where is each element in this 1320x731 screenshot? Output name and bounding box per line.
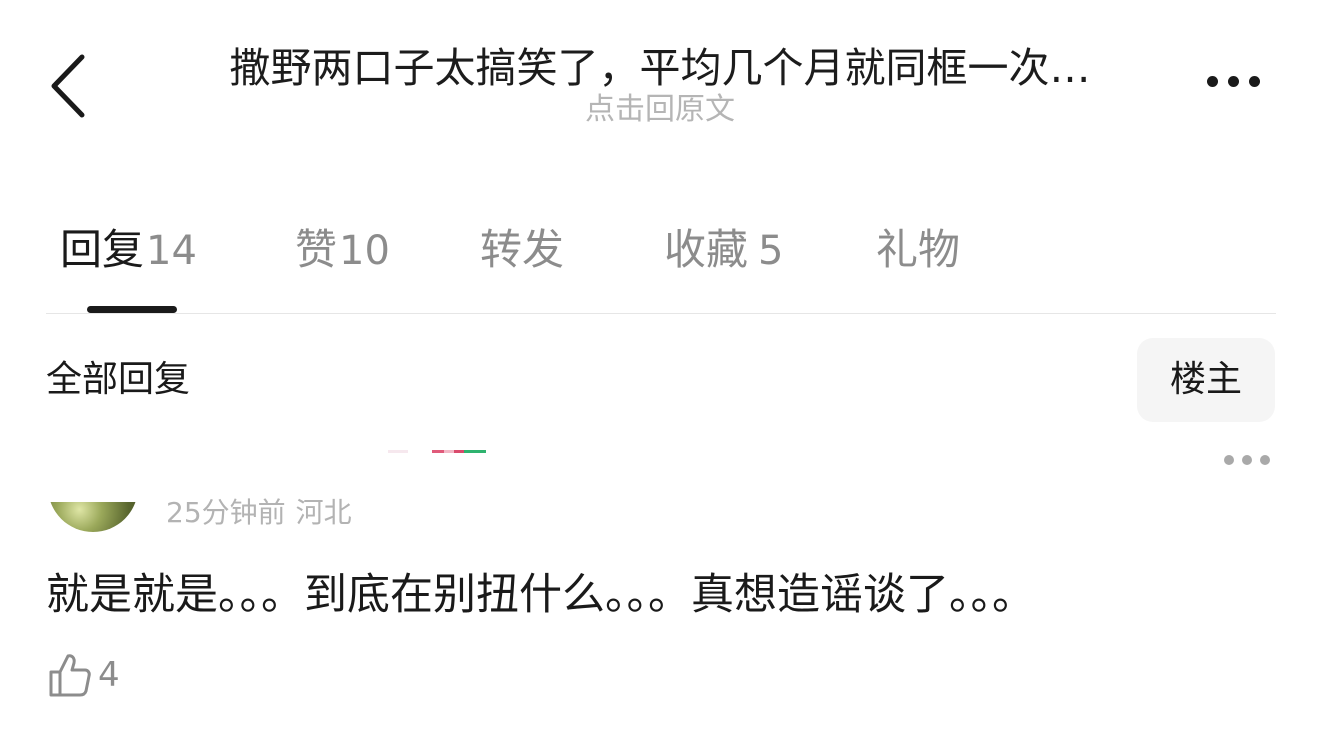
active-tab-indicator	[87, 306, 177, 313]
back-to-original-link[interactable]: 点击回原文	[585, 90, 735, 130]
tab-label: 收藏	[664, 225, 749, 274]
more-dots-icon	[1207, 76, 1218, 87]
like-count: 4	[98, 655, 120, 695]
header-title-block: 撒野两口子太搞笑了，平均几个月就同框一次… 点击回原文	[150, 40, 1170, 130]
tab-label: 转发	[480, 225, 565, 274]
chevron-left-icon	[51, 54, 85, 118]
thumbs-up-icon	[49, 654, 91, 697]
tab-label: 赞	[295, 225, 338, 274]
reply-location: 河北	[295, 496, 352, 529]
tab-count: 14	[146, 228, 197, 274]
owner-only-filter-button[interactable]: 楼主	[1137, 338, 1275, 422]
tab-label: 回复	[60, 225, 145, 274]
tab-bar: 回复14 赞10 转发 收藏 5 礼物	[46, 222, 1276, 282]
tab-likes[interactable]: 赞10	[295, 222, 390, 279]
tab-count: 5	[758, 228, 784, 274]
reply-more-button[interactable]	[1222, 453, 1272, 467]
avatar[interactable]	[48, 502, 138, 532]
tab-count: 10	[339, 228, 390, 274]
decoration-image	[388, 444, 486, 453]
tab-reposts[interactable]: 转发	[480, 222, 566, 279]
more-dots-icon	[1224, 455, 1234, 465]
all-replies-heading: 全部回复	[46, 359, 191, 400]
tab-label: 礼物	[876, 225, 961, 274]
back-button[interactable]	[36, 46, 100, 126]
reply-meta: 25分钟前 河北	[166, 494, 352, 532]
reply-content: 就是就是。。。到底在别扭什么。。。真想造谣谈了。。。	[46, 570, 1035, 620]
tab-gifts[interactable]: 礼物	[876, 222, 962, 279]
post-title: 撒野两口子太搞笑了，平均几个月就同框一次…	[229, 44, 1091, 92]
tab-divider	[46, 313, 1276, 314]
more-options-button[interactable]	[1203, 72, 1264, 91]
tab-replies[interactable]: 回复14	[60, 222, 197, 279]
like-button[interactable]: 4	[48, 652, 120, 698]
tab-favorites[interactable]: 收藏 5	[664, 222, 783, 279]
reply-time: 25分钟前	[166, 496, 286, 529]
